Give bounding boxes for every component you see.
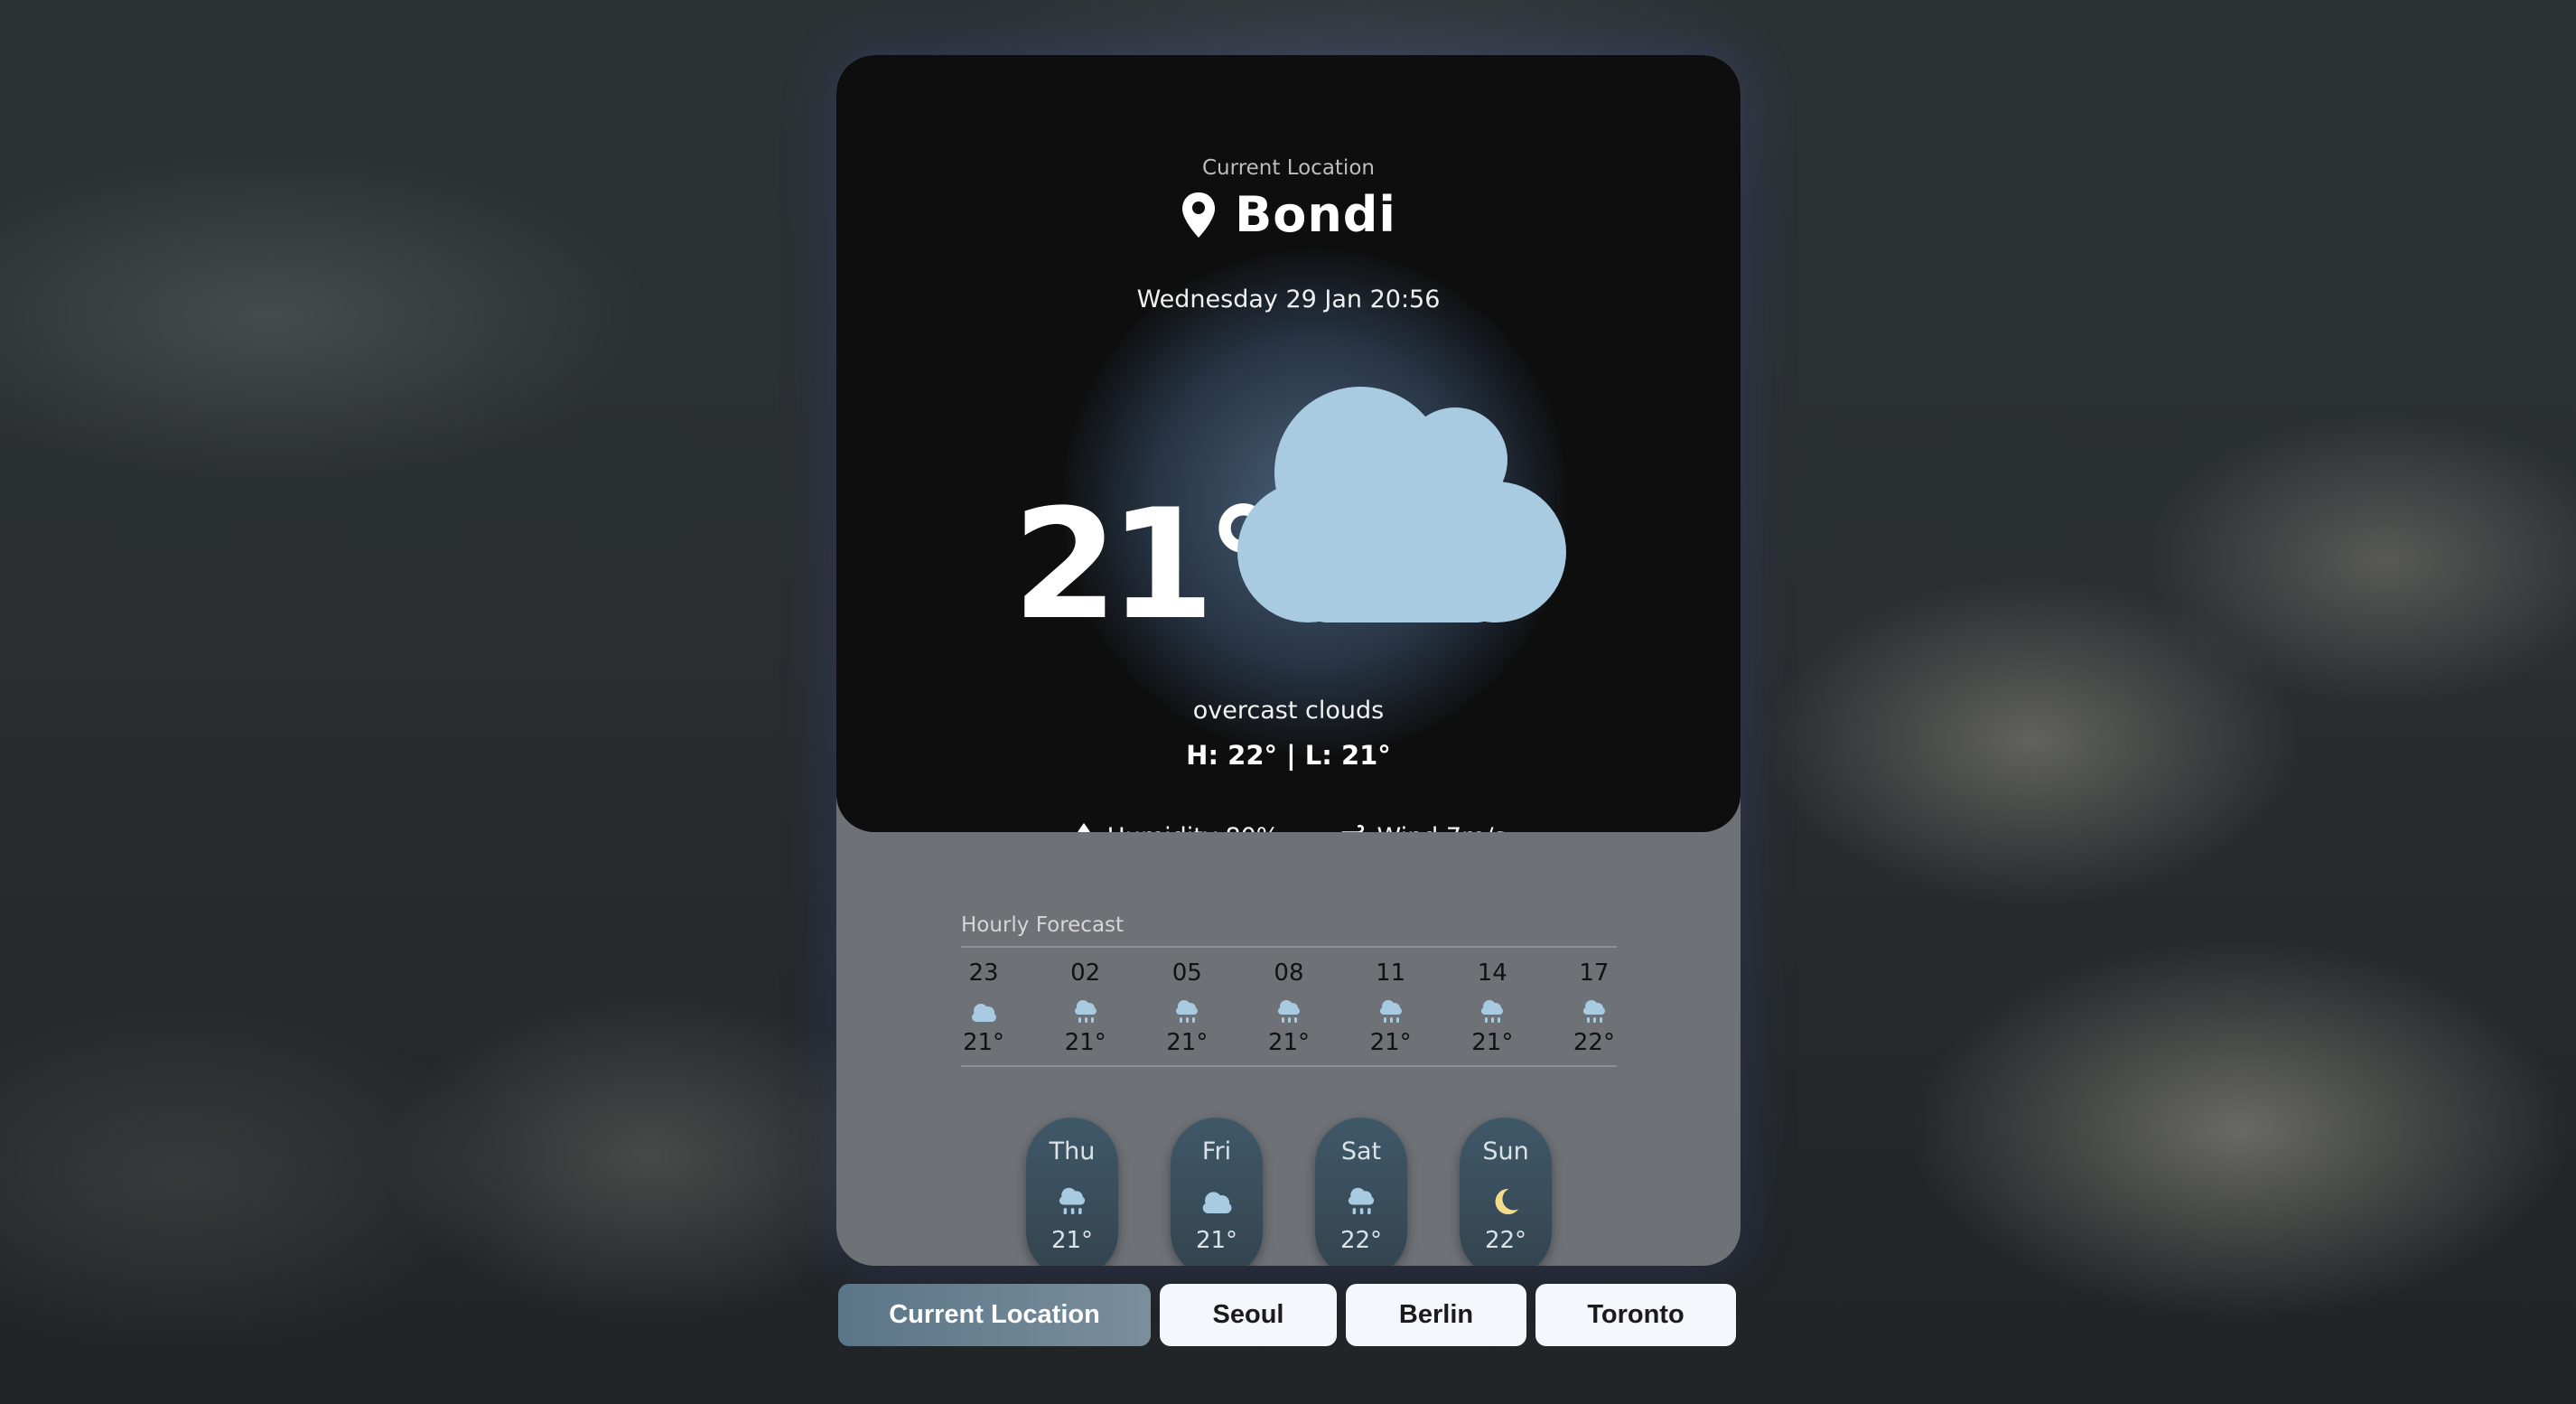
droplet-icon xyxy=(1078,823,1091,832)
tab-toronto[interactable]: Toronto xyxy=(1535,1284,1736,1346)
wind-stat: Wind 7m/s xyxy=(1340,821,1507,833)
hourly-time: 11 xyxy=(1376,959,1406,987)
daily-item-sat[interactable]: Sat 22° xyxy=(1315,1118,1407,1266)
humidity-stat: Humidity 80% xyxy=(1070,821,1279,832)
moon-icon xyxy=(1495,1188,1519,1215)
tab-seoul[interactable]: Seoul xyxy=(1160,1284,1337,1346)
wind-icon xyxy=(1341,824,1365,832)
cloud-icon xyxy=(1237,387,1566,622)
hourly-temp: 21° xyxy=(1064,1029,1106,1056)
rain-icon xyxy=(1481,1000,1504,1023)
hourly-time: 02 xyxy=(1070,959,1101,987)
daily-day: Sun xyxy=(1482,1137,1529,1165)
hourly-time: 14 xyxy=(1477,959,1507,987)
tab-berlin[interactable]: Berlin xyxy=(1346,1284,1526,1346)
hourly-time: 23 xyxy=(968,959,999,987)
daily-day: Fri xyxy=(1201,1137,1232,1165)
daily-temp: 22° xyxy=(1484,1227,1527,1254)
daily-temp: 21° xyxy=(1195,1227,1238,1254)
hourly-forecast: Hourly Forecast 23 21° 02 21° 05 21° 08 … xyxy=(961,913,1617,1067)
location-row: Bondi xyxy=(836,186,1741,243)
hourly-item: 05 21° xyxy=(1164,955,1209,1056)
rain-icon xyxy=(1059,1187,1086,1215)
hourly-item: 08 21° xyxy=(1266,955,1311,1056)
daily-day: Thu xyxy=(1049,1137,1096,1165)
current-weather-panel: Current Location Bondi Wednesday 29 Jan … xyxy=(836,55,1741,832)
daily-day: Sat xyxy=(1340,1137,1382,1165)
location-pin-icon xyxy=(1182,192,1216,238)
rain-icon xyxy=(1176,1000,1199,1023)
rain-icon xyxy=(1348,1187,1375,1215)
hourly-time: 17 xyxy=(1579,959,1610,987)
hourly-temp: 22° xyxy=(1573,1029,1615,1056)
daily-temp: 21° xyxy=(1050,1227,1094,1254)
daily-forecast: Thu 21° Fri 21° Sat 22° Sun 22° xyxy=(1026,1118,1552,1266)
hourly-temp: 21° xyxy=(1369,1029,1412,1056)
weather-card: Current Location Bondi Wednesday 29 Jan … xyxy=(836,55,1741,1266)
location-tabs: Current Location Seoul Berlin Toronto xyxy=(838,1284,1736,1346)
hourly-time: 05 xyxy=(1171,959,1202,987)
hourly-forecast-row: 23 21° 02 21° 05 21° 08 21° 11 21° 14 21… xyxy=(961,948,1617,1067)
city-name: Bondi xyxy=(1235,186,1396,243)
hourly-item: 17 22° xyxy=(1572,955,1617,1056)
location-label: Current Location xyxy=(1202,156,1375,180)
weather-description: overcast clouds xyxy=(1192,697,1385,725)
hourly-item: 23 21° xyxy=(961,955,1006,1056)
date-time: Wednesday 29 Jan 20:56 xyxy=(1136,285,1441,314)
hourly-item: 02 21° xyxy=(1063,955,1108,1056)
hourly-time: 08 xyxy=(1274,959,1304,987)
daily-item-fri[interactable]: Fri 21° xyxy=(1171,1118,1263,1266)
hourly-item: 11 21° xyxy=(1368,955,1414,1056)
cloud-icon xyxy=(972,1004,996,1022)
rain-icon xyxy=(1582,1000,1605,1023)
hourly-temp: 21° xyxy=(1166,1029,1209,1056)
weather-stats: Humidity 80% Wind 7m/s xyxy=(836,821,1741,832)
hourly-temp: 21° xyxy=(1267,1029,1311,1056)
cloud-icon xyxy=(1202,1192,1232,1213)
hourly-temp: 21° xyxy=(962,1029,1005,1056)
hourly-temp: 21° xyxy=(1471,1029,1514,1056)
hourly-item: 14 21° xyxy=(1470,955,1515,1056)
daily-item-sun[interactable]: Sun 22° xyxy=(1460,1118,1552,1266)
rain-icon xyxy=(1277,1000,1300,1023)
rain-icon xyxy=(1379,1000,1402,1023)
daily-item-thu[interactable]: Thu 21° xyxy=(1026,1118,1118,1266)
wind-text: Wind 7m/s xyxy=(1377,823,1506,833)
daily-temp: 22° xyxy=(1339,1227,1383,1254)
high-low-temperature: H: 22° | L: 21° xyxy=(1186,740,1391,771)
hourly-forecast-title: Hourly Forecast xyxy=(961,913,1617,948)
rain-icon xyxy=(1074,1000,1097,1023)
tab-current-location[interactable]: Current Location xyxy=(838,1284,1151,1346)
humidity-text: Humidity 80% xyxy=(1106,823,1279,833)
